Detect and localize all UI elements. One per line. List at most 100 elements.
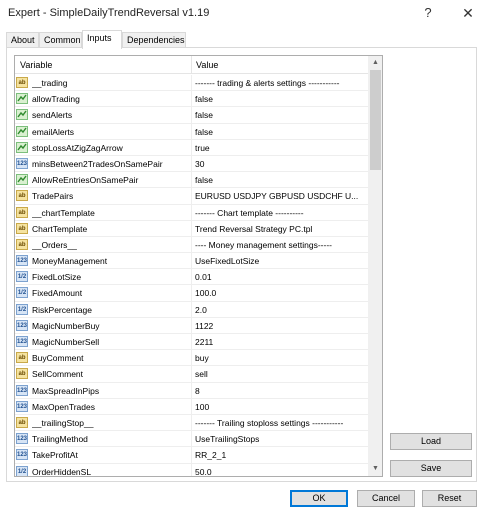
cell-divider — [191, 414, 192, 431]
variable-value[interactable]: 2211 — [195, 337, 367, 347]
variable-value[interactable]: 8 — [195, 386, 367, 396]
cell-divider — [191, 350, 192, 367]
table-row[interactable]: sendAlerts false — [15, 107, 368, 124]
table-row[interactable]: 123 MagicNumberBuy 1122 — [15, 317, 368, 334]
table-row[interactable]: 1/2 RiskPercentage 2.0 — [15, 301, 368, 318]
variable-value[interactable]: true — [195, 143, 367, 153]
reset-button[interactable]: Reset — [422, 490, 477, 507]
tab-dependencies[interactable]: Dependencies — [122, 32, 186, 48]
cell-divider — [191, 204, 192, 221]
table-row[interactable]: 123 MaxOpenTrades 100 — [15, 398, 368, 415]
table-row[interactable]: 123 minsBetween2TradesOnSamePair 30 — [15, 155, 368, 173]
scroll-thumb[interactable] — [370, 70, 381, 170]
table-row[interactable]: ab __Orders__ ---- Money management settin… — [15, 236, 368, 254]
scroll-down-arrow-icon[interactable]: ▼ — [368, 462, 382, 476]
variable-name: MaxSpreadInPips — [32, 385, 100, 396]
cell-divider — [191, 107, 192, 124]
variable-value[interactable]: 30 — [195, 159, 367, 169]
integer-type-icon: 123 — [16, 255, 28, 267]
string-type-icon: ab — [16, 206, 28, 218]
variable-value[interactable]: 100 — [195, 402, 367, 412]
variable-value[interactable]: ------- trading & alerts settings ------… — [195, 78, 367, 88]
help-button[interactable]: ? — [413, 3, 443, 23]
string-type-icon: ab — [16, 352, 28, 364]
cell-divider — [191, 317, 192, 334]
variable-value[interactable]: UseFixedLotSize — [195, 256, 367, 266]
variable-value[interactable]: false — [195, 110, 367, 120]
table-row[interactable]: ab TradePairs EURUSD USDJPY GBPUSD USDCHF … — [15, 188, 368, 205]
column-divider[interactable] — [191, 56, 192, 74]
grid-rows: ab __trading ------- trading & alerts sett… — [15, 75, 368, 477]
variable-value[interactable]: 2.0 — [195, 305, 367, 315]
tab-inputs[interactable]: Inputs — [82, 30, 122, 49]
variable-value[interactable]: RR_2_1 — [195, 450, 367, 460]
variable-value[interactable]: ---- Money management settings----- — [195, 240, 367, 250]
variable-value[interactable]: buy — [195, 353, 367, 363]
variable-value[interactable]: 0.01 — [195, 272, 367, 282]
variable-value[interactable]: 1122 — [195, 321, 367, 331]
variable-value[interactable]: 100.0 — [195, 288, 367, 298]
variable-name: TrailingMethod — [32, 434, 88, 445]
table-row[interactable]: 1/2 FixedLotSize 0.01 — [15, 269, 368, 286]
save-button[interactable]: Save — [390, 460, 472, 477]
cell-divider — [191, 139, 192, 156]
vertical-scrollbar[interactable]: ▲ ▼ — [368, 56, 382, 476]
string-type-icon: ab — [16, 190, 28, 202]
cell-divider — [191, 447, 192, 464]
table-row[interactable]: ab __trailingStop__ ------- Trailing stopl… — [15, 414, 368, 432]
table-row[interactable]: ab __trading ------- trading & alerts sett… — [15, 75, 368, 92]
table-row[interactable]: 123 MaxSpreadInPips 8 — [15, 382, 368, 399]
table-row[interactable]: ab ChartTemplate Trend Reversal Strategy P… — [15, 220, 368, 237]
ok-button[interactable]: OK — [290, 490, 348, 507]
table-row[interactable]: 123 TrailingMethod UseTrailingStops — [15, 431, 368, 448]
variable-name: __trading — [32, 78, 68, 88]
table-row[interactable]: allowTrading false — [15, 91, 368, 108]
boolean-type-icon — [16, 141, 28, 153]
variable-name: __chartTemplate — [32, 207, 95, 218]
table-row[interactable]: 1/2 FixedAmount 100.0 — [15, 285, 368, 302]
variable-value[interactable]: 50.0 — [195, 467, 367, 477]
variable-value[interactable]: false — [195, 127, 367, 137]
variable-name: MoneyManagement — [32, 256, 108, 267]
close-button[interactable]: ✕ — [453, 3, 483, 23]
table-row[interactable]: ab __chartTemplate ------- Chart template … — [15, 204, 368, 221]
variable-name: FixedAmount — [32, 288, 83, 299]
variable-value[interactable]: false — [195, 94, 367, 104]
table-row[interactable]: ab SellComment sell — [15, 366, 368, 383]
boolean-type-icon — [16, 125, 28, 137]
column-header-value[interactable]: Value — [196, 60, 218, 70]
tab-about[interactable]: About — [6, 32, 39, 48]
variable-name: ChartTemplate — [32, 223, 88, 234]
load-button[interactable]: Load — [390, 433, 472, 450]
variable-value[interactable]: Trend Reversal Strategy PC.tpl — [195, 224, 367, 234]
variable-value[interactable]: sell — [195, 369, 367, 379]
integer-type-icon: 123 — [16, 157, 28, 169]
table-row[interactable]: 1/2 OrderHiddenSL 50.0 — [15, 463, 368, 477]
cancel-button[interactable]: Cancel — [357, 490, 415, 507]
variable-name: AllowReEntriesOnSamePair — [32, 175, 139, 186]
table-row[interactable]: 123 MoneyManagement UseFixedLotSize — [15, 253, 368, 270]
table-row[interactable]: stopLossAtZigZagArrow true — [15, 139, 368, 156]
variable-name: minsBetween2TradesOnSamePair — [32, 158, 163, 169]
cell-divider — [191, 236, 192, 253]
variable-value[interactable]: ------- Trailing stoploss settings -----… — [195, 418, 367, 428]
integer-type-icon: 123 — [16, 449, 28, 461]
tab-common[interactable]: Common — [39, 32, 82, 48]
cell-divider — [191, 123, 192, 140]
table-row[interactable]: 123 MagicNumberSell 2211 — [15, 334, 368, 351]
scroll-up-arrow-icon[interactable]: ▲ — [368, 56, 382, 70]
column-header-variable[interactable]: Variable — [20, 60, 52, 70]
string-type-icon: ab — [16, 416, 28, 428]
cell-divider — [191, 253, 192, 270]
variable-value[interactable]: false — [195, 175, 367, 185]
table-row[interactable]: 123 TakeProfitAt RR_2_1 — [15, 447, 368, 464]
integer-type-icon: 123 — [16, 336, 28, 347]
variable-value[interactable]: ------- Chart template ---------- — [195, 208, 367, 218]
variable-value[interactable]: EURUSD USDJPY GBPUSD USDCHF U... — [195, 191, 367, 201]
variable-value[interactable]: UseTrailingStops — [195, 434, 367, 444]
table-row[interactable]: AllowReEntriesOnSamePair false — [15, 172, 368, 189]
cell-divider — [191, 382, 192, 399]
cell-divider — [191, 398, 192, 415]
table-row[interactable]: ab BuyComment buy — [15, 350, 368, 367]
table-row[interactable]: emailAlerts false — [15, 123, 368, 140]
